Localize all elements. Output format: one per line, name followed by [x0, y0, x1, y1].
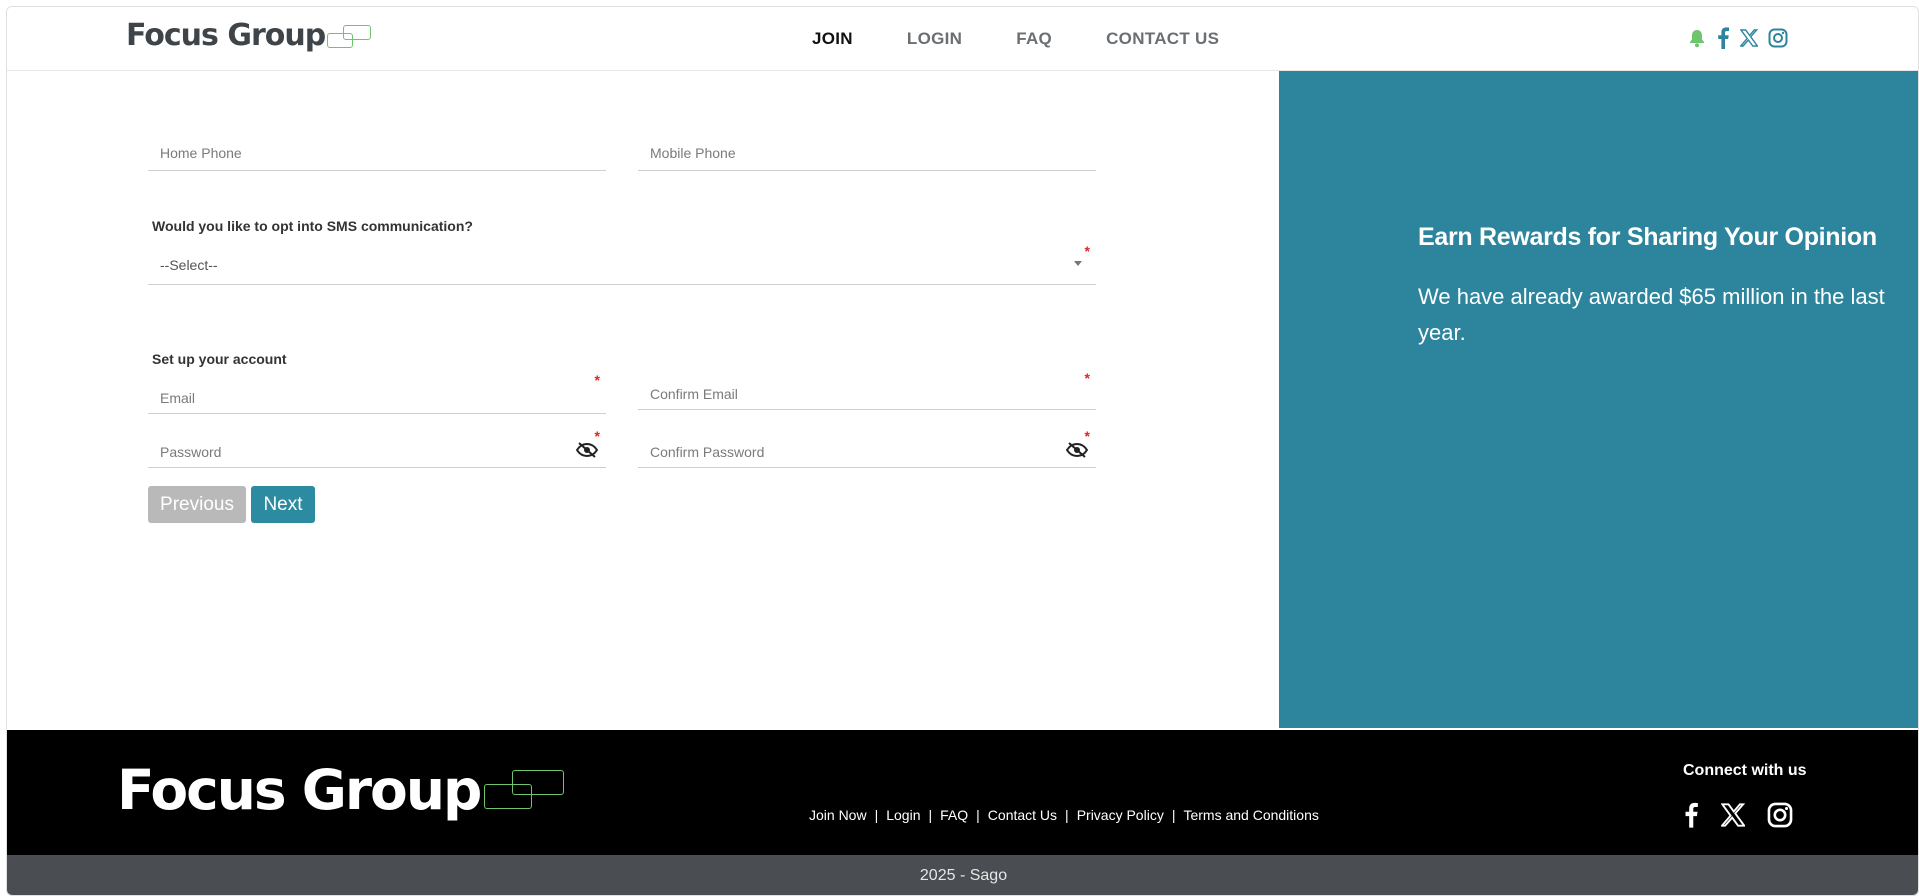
home-phone-placeholder: Home Phone	[160, 145, 242, 161]
home-phone-field[interactable]: Home Phone	[148, 131, 606, 171]
nav-join[interactable]: JOIN	[812, 29, 853, 49]
logo-mark-icon	[327, 23, 373, 51]
link-separator: |	[1065, 807, 1069, 823]
page-frame: Focus Group JOIN LOGIN FAQ CONTACT US Ho…	[6, 6, 1919, 896]
header-logo[interactable]: Focus Group	[126, 19, 373, 53]
x-icon[interactable]	[1740, 29, 1758, 47]
nav-faq[interactable]: FAQ	[1016, 29, 1052, 49]
signup-form: Home Phone Mobile Phone Would you like t…	[148, 71, 1098, 728]
footer-brand-name: Focus Group	[117, 758, 482, 822]
promo-panel: Earn Rewards for Sharing Your Opinion We…	[1279, 71, 1918, 728]
previous-button[interactable]: Previous	[148, 486, 246, 523]
footer-link-join-now[interactable]: Join Now	[809, 807, 867, 823]
sms-select[interactable]: --Select-- *	[148, 241, 1096, 285]
instagram-icon[interactable]	[1768, 28, 1788, 48]
sms-selected-value: --Select--	[160, 257, 218, 273]
nav-login[interactable]: LOGIN	[907, 29, 962, 49]
account-section-label: Set up your account	[152, 351, 287, 367]
main-nav: JOIN LOGIN FAQ CONTACT US	[812, 29, 1273, 49]
copyright-text: 2025 - Sago	[919, 867, 1008, 884]
confirm-password-field[interactable]: Confirm Password *	[638, 428, 1096, 468]
link-separator: |	[976, 807, 980, 823]
email-field[interactable]: Email *	[148, 370, 606, 414]
x-icon[interactable]	[1719, 803, 1747, 832]
mobile-phone-placeholder: Mobile Phone	[650, 145, 736, 161]
required-marker: *	[1084, 243, 1090, 259]
required-marker: *	[594, 372, 600, 388]
footer-links: Join Now | Login | FAQ | Contact Us | Pr…	[809, 807, 1319, 823]
confirm-email-placeholder: Confirm Email	[650, 386, 738, 402]
password-placeholder: Password	[160, 444, 222, 460]
footer-link-contact-us[interactable]: Contact Us	[988, 807, 1057, 823]
footer-link-privacy-policy[interactable]: Privacy Policy	[1077, 807, 1164, 823]
site-header: Focus Group JOIN LOGIN FAQ CONTACT US	[7, 7, 1918, 71]
eye-slash-icon[interactable]	[575, 442, 599, 463]
mobile-phone-field[interactable]: Mobile Phone	[638, 131, 1096, 171]
link-separator: |	[1171, 807, 1176, 823]
logo-mark-icon	[484, 766, 566, 814]
promo-title: Earn Rewards for Sharing Your Opinion	[1418, 223, 1877, 251]
eye-slash-icon[interactable]	[1065, 442, 1089, 463]
site-footer: Focus Group Join Now | Login | FAQ | Con…	[7, 730, 1918, 855]
email-placeholder: Email	[160, 390, 196, 406]
brand-name: Focus Group	[126, 18, 326, 53]
required-marker: *	[1084, 370, 1090, 386]
confirm-email-field[interactable]: Confirm Email *	[638, 370, 1096, 410]
confirm-password-placeholder: Confirm Password	[650, 444, 765, 460]
connect-heading: Connect with us	[1683, 762, 1807, 779]
nav-contact-us[interactable]: CONTACT US	[1106, 29, 1219, 49]
sms-question-label: Would you like to opt into SMS communica…	[152, 218, 473, 234]
password-field[interactable]: Password *	[148, 428, 606, 468]
header-social	[1688, 27, 1788, 49]
link-separator: |	[928, 807, 933, 823]
footer-link-login[interactable]: Login	[886, 807, 920, 823]
promo-text: We have already awarded $65 million in t…	[1418, 284, 1885, 345]
facebook-icon[interactable]	[1716, 27, 1730, 49]
bell-icon[interactable]	[1688, 28, 1706, 48]
next-button[interactable]: Next	[251, 486, 315, 523]
footer-link-terms[interactable]: Terms and Conditions	[1183, 807, 1318, 823]
link-separator: |	[874, 807, 879, 823]
instagram-icon[interactable]	[1767, 802, 1793, 833]
copyright-bar: 2025 - Sago	[7, 855, 1918, 895]
footer-social	[1683, 801, 1793, 834]
facebook-icon[interactable]	[1683, 801, 1699, 834]
chevron-down-icon	[1074, 261, 1082, 266]
footer-link-faq[interactable]: FAQ	[940, 807, 968, 823]
footer-logo[interactable]: Focus Group	[117, 762, 566, 818]
